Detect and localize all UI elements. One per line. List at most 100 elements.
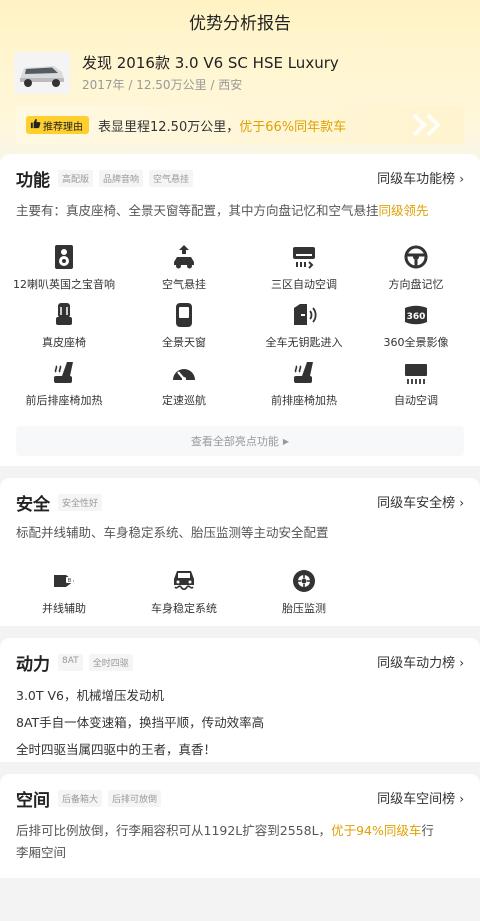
car-thumbnail[interactable] [14, 52, 70, 94]
reason-text-highlight: 优于66%同年款车 [239, 120, 347, 135]
car-meta: 2017年 / 12.50万公里 / 西安 [82, 78, 243, 92]
space-rank-link[interactable]: 同级车空间榜 › [377, 788, 464, 807]
safety-tag: 安全性好 [58, 494, 103, 511]
keyless-entry-icon [294, 304, 317, 325]
banner-chevrons-icon [410, 112, 450, 144]
function-tag: 高配版 [58, 170, 94, 187]
feature-label: 三区自动空调 [271, 278, 337, 291]
camera-360-icon: 360 [405, 305, 427, 325]
feature-item[interactable]: B 并线辅助 [4, 568, 124, 626]
safety-desc: 标配并线辅助、车身稳定系统、胎压监测等主动安全配置 [16, 525, 329, 540]
recommend-badge: 推荐理由 [26, 116, 89, 134]
feature-item[interactable]: 定速巡航 [124, 360, 244, 418]
speaker-icon [55, 245, 73, 269]
safety-rank-link[interactable]: 同级车安全榜 › [377, 492, 464, 511]
feature-item[interactable]: 自动空调 [356, 360, 476, 418]
safety-card: 安全 安全性好 同级车安全榜 › 标配并线辅助、车身稳定系统、胎压监测等主动安全配… [0, 478, 480, 626]
power-line: 8AT手自一体变速箱，换挡平顺，传动效率高 [16, 715, 265, 730]
feature-label: 前排座椅加热 [271, 394, 337, 407]
feature-item[interactable]: 前排座椅加热 [244, 360, 364, 418]
function-desc: 主要有：真皮座椅、全景天窗等配置，其中方向盘记忆和空气悬挂同级领先 [16, 200, 468, 222]
feature-item[interactable]: 三区自动空调 [244, 244, 364, 302]
svg-text:B: B [68, 578, 72, 584]
power-tag: 8AT [58, 654, 83, 671]
tire-pressure-icon [293, 570, 315, 592]
see-all-label: 查看全部亮点功能 [190, 435, 279, 448]
feature-label: 12喇叭英国之宝音响 [13, 278, 115, 291]
feature-label: 并线辅助 [42, 602, 86, 615]
car-header: 发现 2016款 3.0 V6 SC HSE Luxury 2017年 / 12… [14, 50, 466, 98]
feature-label: 方向盘记忆 [388, 278, 444, 291]
feature-item[interactable]: 12喇叭英国之宝音响 [4, 244, 124, 302]
feature-label: 胎压监测 [282, 602, 326, 615]
power-tags: 8AT 全时四驱 [58, 654, 133, 671]
space-desc-suffix: 行 [421, 823, 434, 838]
page-title: 优势分析报告 [189, 13, 291, 34]
chevron-right-icon: › [459, 792, 464, 806]
svg-text:360: 360 [407, 312, 426, 322]
function-tag: 品牌音响 [99, 170, 144, 187]
power-desc: 3.0T V6，机械增压发动机 8AT手自一体变速箱，换挡平顺，传动效率高 全时… [16, 682, 264, 763]
function-desc-prefix: 主要有：真皮座椅、全景天窗等配置，其中方向盘记忆和空气悬挂 [16, 203, 379, 218]
feature-label: 全车无钥匙进入 [265, 336, 343, 349]
car-name: 发现 2016款 3.0 V6 SC HSE Luxury [82, 54, 339, 72]
feature-item[interactable]: 胎压监测 [244, 568, 364, 626]
function-tags: 高配版 品牌音响 空气悬挂 [58, 170, 194, 187]
function-title: 功能 [16, 171, 50, 191]
feature-label: 真皮座椅 [42, 336, 86, 349]
space-tag: 后备箱大 [58, 790, 103, 807]
air-suspension-icon [174, 245, 194, 269]
power-rank-link[interactable]: 同级车动力榜 › [377, 652, 464, 671]
auto-ac-icon [405, 364, 427, 384]
space-desc-line2: 李厢空间 [16, 845, 67, 860]
feature-item[interactable]: 方向盘记忆 [356, 244, 476, 302]
power-line: 全时四驱当属四驱中的王者，真香！ [16, 742, 217, 757]
chevron-right-icon: › [459, 172, 464, 186]
function-desc-highlight: 同级领先 [378, 203, 429, 218]
feature-label: 自动空调 [394, 394, 438, 407]
cruise-control-icon [173, 369, 195, 381]
function-tag: 空气悬挂 [149, 170, 194, 187]
front-seat-heat-icon [294, 362, 313, 383]
power-line: 3.0T V6，机械增压发动机 [16, 688, 164, 703]
feature-label: 全景天窗 [162, 336, 206, 349]
stability-icon [174, 571, 194, 591]
feature-item[interactable]: 车身稳定系统 [124, 568, 244, 626]
seat-heat-icon [54, 362, 73, 383]
feature-item[interactable]: 空气悬挂 [124, 244, 244, 302]
feature-label: 360全景影像 [383, 336, 449, 349]
safety-rank-label: 同级车安全榜 [377, 496, 456, 511]
feature-item[interactable]: 真皮座椅 [4, 302, 124, 360]
play-triangle-icon: ▶ [282, 436, 290, 446]
lane-assist-icon: B [54, 575, 74, 587]
space-desc: 后排可比例放倒，行李厢容积可从1192L扩容到2558L，优于94%同级车行 李… [16, 820, 468, 864]
power-tag: 全时四驱 [88, 654, 133, 671]
function-card: 功能 高配版 品牌音响 空气悬挂 同级车功能榜 › 主要有：真皮座椅、全景天窗等配… [0, 154, 480, 466]
feature-item[interactable]: 全车无钥匙进入 [244, 302, 364, 360]
feature-label: 前后排座椅加热 [25, 394, 103, 407]
feature-item[interactable]: 前后排座椅加热 [4, 360, 124, 418]
space-tags: 后备箱大 后排可放倒 [58, 790, 162, 807]
climate-zone-icon [293, 247, 315, 269]
space-desc-highlight: 优于94%同级车 [331, 823, 422, 838]
space-title: 空间 [16, 791, 50, 811]
feature-item[interactable]: 360 360全景影像 [356, 302, 476, 360]
space-desc-prefix: 后排可比例放倒，行李厢容积可从1192L扩容到2558L， [16, 823, 332, 838]
feature-label: 空气悬挂 [162, 278, 206, 291]
feature-item[interactable]: 全景天窗 [124, 302, 244, 360]
see-all-features-button[interactable]: 查看全部亮点功能 ▶ [16, 426, 464, 456]
chevron-right-icon: › [459, 656, 464, 670]
function-rank-link[interactable]: 同级车功能榜 › [377, 168, 464, 187]
power-card: 动力 8AT 全时四驱 同级车动力榜 › 3.0T V6，机械增压发动机 8AT手… [0, 638, 480, 762]
thumbs-up-icon [30, 118, 41, 132]
space-rank-label: 同级车空间榜 [377, 792, 456, 807]
leather-seat-icon [56, 303, 72, 325]
space-card: 空间 后备箱大 后排可放倒 同级车空间榜 › 后排可比例放倒，行李厢容积可从119… [0, 774, 480, 878]
feature-label: 定速巡航 [162, 394, 206, 407]
space-tag: 后排可放倒 [108, 790, 162, 807]
safety-title: 安全 [16, 495, 50, 515]
sunroof-icon [176, 303, 192, 327]
safety-tags: 安全性好 [58, 494, 103, 511]
power-title: 动力 [16, 655, 50, 675]
recommend-reason-text: 表显里程12.50万公里，优于66%同年款车 [98, 116, 346, 135]
